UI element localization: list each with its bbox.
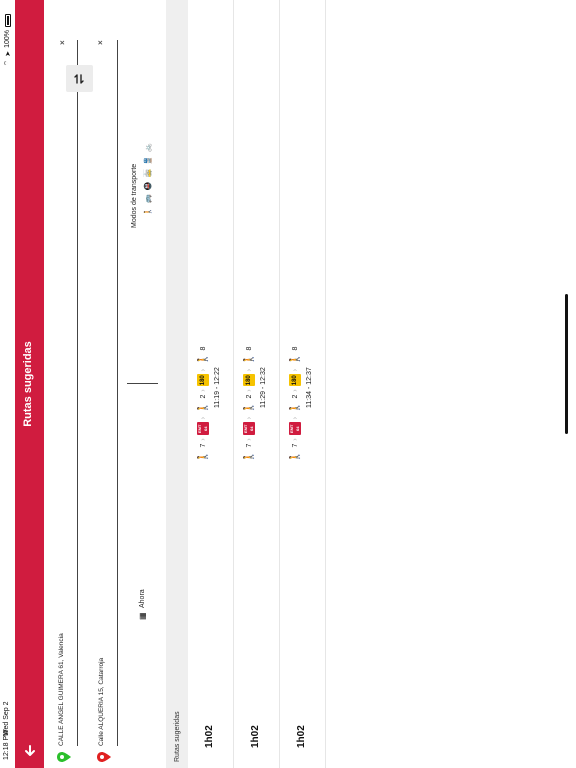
battery-icon [4, 14, 11, 27]
swap-button[interactable] [66, 65, 93, 92]
walk-minutes: 8 [199, 346, 207, 351]
walk-minutes: 2 [199, 394, 207, 399]
status-date: Wed Sep 2 [3, 701, 10, 736]
clear-destination-button[interactable]: × [96, 40, 105, 45]
status-icons: ⌔ ➤ 100% [3, 14, 12, 66]
destination-underline [117, 40, 118, 746]
walk-icon: 🚶 [289, 450, 301, 463]
chevron-icon: › [245, 416, 253, 420]
chevron-icon: › [245, 438, 253, 441]
chevron-icon: › [199, 389, 207, 392]
walk-minutes: 2 [245, 394, 253, 399]
bike-mode-icon[interactable]: 🚲 [144, 144, 152, 153]
walk-icon: 🚶 [197, 353, 209, 366]
route-row[interactable]: 1h02 🚶 7 › EMT 64 › 🚶 2 › 180 › 🚶 8 11:29… [234, 0, 280, 768]
walk-minutes: 7 [245, 443, 253, 448]
route-duration: 1h02 [296, 725, 307, 748]
tram-mode-icon[interactable]: 🚋 [144, 169, 152, 178]
walk-minutes: 8 [245, 346, 253, 351]
app-header: Rutas sugeridas [15, 0, 44, 768]
bus-badge: EMT 64 [289, 422, 301, 436]
destination-pin-icon [97, 752, 111, 762]
origin-underline [77, 40, 78, 746]
route-duration: 1h02 [250, 725, 261, 748]
arrow-left-icon [25, 745, 35, 756]
swap-icon [74, 74, 84, 84]
walk-icon: 🚶 [289, 401, 301, 414]
modes-icons: 🚶 🚌 🚇 🚋 🚆 🚲 [144, 144, 152, 216]
origin-pin-icon [57, 752, 71, 762]
bus-badge: EMT 64 [197, 422, 209, 436]
status-bar: 12:18 PM Wed Sep 2 ⌔ ➤ 100% [0, 0, 15, 768]
chevron-icon: › [245, 368, 253, 372]
calendar-icon: ▦ [138, 612, 147, 620]
route-segments: 🚶 7 › EMT 64 › 🚶 2 › 180 › 🚶 8 [197, 347, 209, 463]
metro-mode-icon[interactable]: 🚇 [144, 182, 152, 191]
bus-badge: EMT 64 [243, 422, 255, 436]
divider [127, 383, 158, 384]
modes-label: Modos de transporte [131, 163, 138, 228]
train-mode-icon[interactable]: 🚆 [144, 156, 152, 165]
chevron-icon: › [199, 416, 207, 420]
chevron-icon: › [199, 438, 207, 441]
walk-icon: 🚶 [243, 353, 255, 366]
walk-icon: 🚶 [197, 401, 209, 414]
location-icon: ➤ [4, 50, 12, 57]
metro-badge: 180 [197, 374, 209, 387]
walk-icon: 🚶 [243, 401, 255, 414]
chevron-icon: › [291, 438, 299, 441]
walk-minutes: 2 [291, 394, 299, 399]
route-duration: 1h02 [204, 725, 215, 748]
chevron-icon: › [291, 416, 299, 420]
route-row[interactable]: 1h02 🚶 7 › EMT 64 › 🚶 2 › 180 › 🚶 8 11:19… [188, 0, 234, 768]
chevron-icon: › [199, 368, 207, 372]
walk-minutes: 8 [291, 346, 299, 351]
route-times: 11:29 - 12:32 [260, 367, 267, 408]
walk-mode-icon[interactable]: 🚶 [144, 207, 152, 216]
clear-origin-button[interactable]: × [58, 40, 67, 45]
chevron-icon: › [291, 389, 299, 392]
route-segments: 🚶 7 › EMT 64 › 🚶 2 › 180 › 🚶 8 [289, 347, 301, 463]
wifi-icon: ⌔ [4, 59, 11, 67]
app-stage: 12:18 PM Wed Sep 2 ⌔ ➤ 100% Rutas sugeri… [0, 0, 576, 768]
metro-badge: 180 [289, 374, 301, 387]
home-indicator [565, 294, 568, 434]
walk-minutes: 7 [291, 443, 299, 448]
route-times: 11:19 - 12:22 [214, 367, 221, 408]
route-row[interactable]: 1h02 🚶 7 › EMT 64 › 🚶 2 › 180 › 🚶 8 11:34… [280, 0, 326, 768]
chevron-icon: › [245, 389, 253, 392]
page-title: Rutas sugeridas [22, 341, 34, 427]
metro-badge: 180 [243, 374, 255, 387]
back-button[interactable] [21, 742, 39, 760]
results-header [166, 0, 188, 768]
rotated-canvas: 12:18 PM Wed Sep 2 ⌔ ➤ 100% Rutas sugeri… [0, 0, 576, 768]
chevron-icon: › [291, 368, 299, 372]
walk-icon: 🚶 [197, 450, 209, 463]
destination-field[interactable]: Calle ALQUERIA 15, Catarroja [98, 658, 105, 746]
when-selector[interactable]: Ahora [139, 589, 146, 608]
walk-icon: 🚶 [289, 353, 301, 366]
walk-icon: 🚶 [243, 450, 255, 463]
route-segments: 🚶 7 › EMT 64 › 🚶 2 › 180 › 🚶 8 [243, 347, 255, 463]
results-title: Rutas sugeridas [174, 711, 181, 762]
walk-minutes: 7 [199, 443, 207, 448]
origin-field[interactable]: CALLE ANGEL GUIMERA 61, Valencia [58, 633, 65, 746]
battery-percent: 100% [4, 30, 11, 48]
bus-mode-icon[interactable]: 🚌 [144, 195, 152, 204]
route-times: 11:34 - 12:37 [306, 367, 313, 408]
